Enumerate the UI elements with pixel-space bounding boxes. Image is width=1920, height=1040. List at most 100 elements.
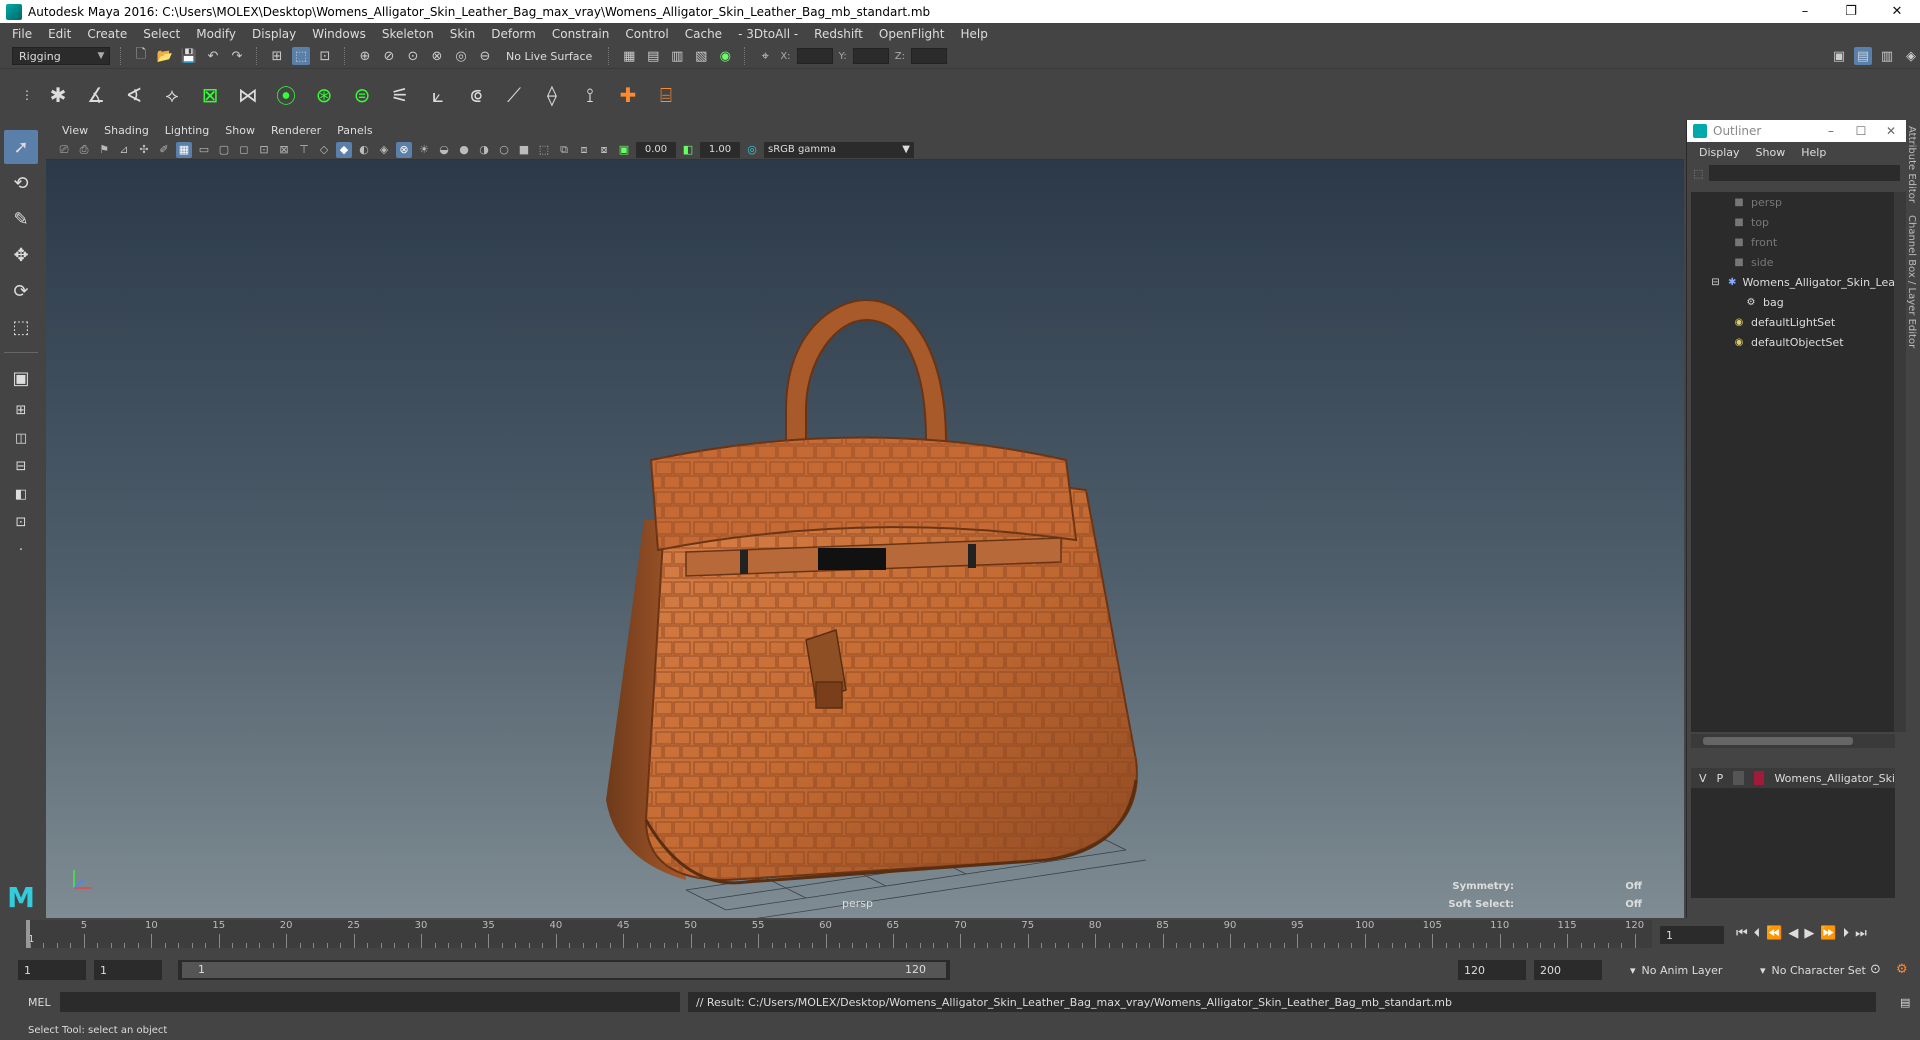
select-tool-icon[interactable]: ➚ — [4, 130, 38, 164]
render-view-icon[interactable]: ▦ — [620, 47, 638, 65]
menu-create[interactable]: Create — [79, 27, 135, 41]
layer-type-swatch[interactable] — [1733, 771, 1744, 785]
grease-pencil-icon[interactable]: ✐ — [156, 142, 172, 158]
command-input[interactable] — [60, 992, 680, 1012]
step-back-key-icon[interactable]: ⏪ — [1766, 926, 1782, 941]
menu-windows[interactable]: Windows — [304, 27, 374, 41]
outliner-item-persp[interactable]: ■ persp — [1691, 192, 1895, 212]
live-surface-label[interactable]: No Live Surface — [500, 47, 598, 65]
safe-action-icon[interactable]: ⊠ — [276, 142, 292, 158]
insert-joint-icon[interactable]: ⟡ — [158, 81, 186, 109]
anim-layer-select[interactable]: ▾ No Anim Layer — [1626, 960, 1752, 980]
film-gate-icon[interactable]: ▭ — [196, 142, 212, 158]
current-time-marker[interactable] — [26, 920, 30, 948]
menu-display[interactable]: Display — [244, 27, 304, 41]
step-back-icon[interactable]: ⏴ — [1754, 926, 1761, 941]
menu-skin[interactable]: Skin — [442, 27, 484, 41]
snap-surface-icon[interactable]: ◎ — [452, 47, 470, 65]
wireframe-icon[interactable]: ◇ — [316, 142, 332, 158]
outliner-item-defaultlightset[interactable]: ◉ defaultLightSet — [1691, 312, 1895, 332]
menu-openflight[interactable]: OpenFlight — [871, 27, 953, 41]
move-tool-icon[interactable]: ✥ — [4, 238, 38, 272]
step-forward-icon[interactable]: ⏵ — [1843, 926, 1850, 941]
four-view-icon[interactable]: ⊞ — [4, 397, 38, 423]
layer-visibility-toggle[interactable]: V — [1699, 772, 1707, 785]
outliner-menu-display[interactable]: Display — [1691, 146, 1748, 159]
cluster-icon[interactable]: ⚟ — [386, 81, 414, 109]
image-plane-icon[interactable]: ⊿ — [116, 142, 132, 158]
outliner-search-input[interactable] — [1709, 165, 1900, 181]
step-forward-key-icon[interactable]: ⏩ — [1820, 926, 1836, 941]
save-scene-icon[interactable]: 💾 — [180, 47, 198, 65]
menu-modify[interactable]: Modify — [188, 27, 244, 41]
playback-end-field[interactable]: 120 — [1458, 960, 1526, 980]
select-camera-icon[interactable]: ⎚ — [56, 142, 72, 158]
render-settings-icon[interactable]: ▧ — [692, 47, 710, 65]
filter-icon[interactable]: ⬚ — [1693, 167, 1703, 180]
gamma-icon[interactable]: ◧ — [680, 142, 696, 158]
script-editor-icon[interactable]: ▤ — [1900, 996, 1920, 1009]
lattice-icon[interactable]: ⟀ — [424, 81, 452, 109]
snap-point-icon[interactable]: ⊙ — [404, 47, 422, 65]
panel-menu-shading[interactable]: Shading — [96, 124, 157, 137]
persp-outliner-icon[interactable]: ◫ — [4, 425, 38, 451]
quick-rig-icon[interactable]: ⊠ — [196, 81, 224, 109]
undo-icon[interactable]: ↶ — [204, 47, 222, 65]
resolution-gate-icon[interactable]: ▢ — [216, 142, 232, 158]
menu-set-select[interactable]: Rigging ▼ — [12, 47, 110, 65]
range-slider-fill[interactable] — [182, 962, 946, 978]
current-frame-field[interactable]: 1 — [1660, 926, 1724, 944]
depth-of-field-icon[interactable]: ■ — [516, 142, 532, 158]
wireframe-on-shaded-icon[interactable]: ◈ — [376, 142, 392, 158]
playback-start-field[interactable]: 1 — [94, 960, 162, 980]
hik-icon[interactable]: ⋈ — [234, 81, 262, 109]
parent-constraint-icon[interactable]: ⌸ — [652, 81, 680, 109]
bookmark-icon[interactable]: ⚑ — [96, 142, 112, 158]
auto-key-icon[interactable]: ⊙ — [1870, 962, 1881, 977]
go-to-start-icon[interactable]: ⏮ — [1736, 926, 1748, 941]
play-backwards-icon[interactable]: ◀ — [1788, 926, 1798, 941]
paint-weights-icon[interactable]: ⊜ — [348, 81, 376, 109]
isolate-select-icon[interactable]: ⬚ — [536, 142, 552, 158]
field-chart-icon[interactable]: ⊡ — [256, 142, 272, 158]
shelf-options-icon[interactable]: ⋮ — [20, 81, 34, 109]
outliner-menu-show[interactable]: Show — [1748, 146, 1794, 159]
channel-box-toggle-icon[interactable]: ▤ — [1854, 47, 1872, 65]
panel-menu-lighting[interactable]: Lighting — [157, 124, 217, 137]
menu-skeleton[interactable]: Skeleton — [374, 27, 442, 41]
menu-file[interactable]: File — [4, 27, 40, 41]
scrollbar-thumb[interactable] — [1703, 737, 1853, 745]
paint-select-tool-icon[interactable]: ✎ — [4, 202, 38, 236]
menu-deform[interactable]: Deform — [483, 27, 544, 41]
hypershade-icon[interactable]: ◉ — [716, 47, 734, 65]
outliner-item-front[interactable]: ■ front — [1691, 232, 1895, 252]
two-d-pan-icon[interactable]: ✣ — [136, 142, 152, 158]
smooth-shade-icon[interactable]: ◆ — [336, 141, 352, 158]
menu-constrain[interactable]: Constrain — [544, 27, 618, 41]
collapse-icon[interactable]: ⊟ — [1709, 277, 1722, 288]
outliner-item-defaultobjectset[interactable]: ◉ defaultObjectSet — [1691, 332, 1895, 352]
xray-icon[interactable]: ⧉ — [556, 142, 572, 158]
z-field[interactable] — [910, 48, 947, 64]
xray-joints-icon[interactable]: ⧈ — [576, 142, 592, 158]
menu-cache[interactable]: Cache — [677, 27, 730, 41]
shadows-icon[interactable]: ◒ — [436, 142, 452, 158]
render-frame-icon[interactable]: ▤ — [644, 47, 662, 65]
new-scene-icon[interactable]: 🗋 — [132, 47, 150, 65]
panel-menu-view[interactable]: View — [54, 124, 96, 137]
persp-graph-icon[interactable]: ⊟ — [4, 453, 38, 479]
lasso-tool-icon[interactable]: ⟲ — [4, 166, 38, 200]
redo-icon[interactable]: ↷ — [228, 47, 246, 65]
play-forwards-icon[interactable]: ▶ — [1804, 926, 1814, 941]
select-object-icon[interactable]: ⬚ — [292, 47, 310, 65]
menu-control[interactable]: Control — [617, 27, 676, 41]
outliner-vertical-scrollbar[interactable] — [1894, 192, 1906, 732]
exposure-field[interactable]: 0.00 — [636, 141, 676, 158]
joint-tool-icon[interactable]: ✱ — [44, 81, 72, 109]
point-constraint-icon[interactable]: ✚ — [614, 81, 642, 109]
scale-tool-icon[interactable]: ⬚ — [4, 310, 38, 344]
menu-3dtoall[interactable]: - 3DtoAll - — [730, 27, 806, 41]
minimize-button[interactable]: – — [1782, 0, 1828, 23]
blend-shape-icon[interactable]: ⟟ — [576, 81, 604, 109]
anti-aliasing-icon[interactable]: ○ — [496, 142, 512, 158]
